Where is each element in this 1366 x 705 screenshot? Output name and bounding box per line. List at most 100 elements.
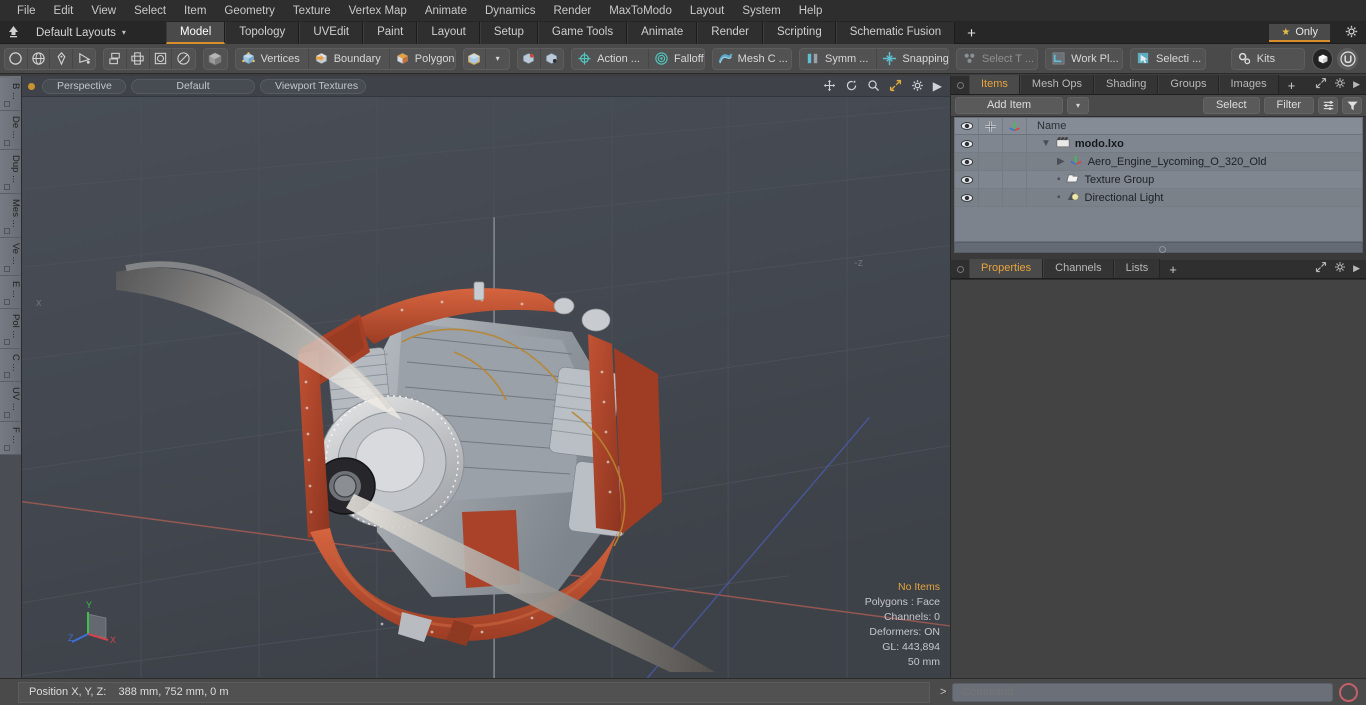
tab-lists[interactable]: Lists xyxy=(1113,259,1161,278)
gear-icon[interactable] xyxy=(1334,77,1346,92)
rail-tab-polygon[interactable]: Pol ... xyxy=(0,308,21,349)
fullscreen-icon[interactable] xyxy=(889,79,902,94)
item-list-scrollbar[interactable] xyxy=(954,242,1363,253)
selection-set-button[interactable]: Selecti ... xyxy=(1131,49,1205,69)
menu-item-vertex-map[interactable]: Vertex Map xyxy=(340,0,416,22)
table-row[interactable]: ▪ Texture Group xyxy=(955,170,1362,189)
expand-icon[interactable] xyxy=(1315,77,1327,92)
selection-mode-vertices[interactable]: Vertices xyxy=(236,48,309,69)
shell-icon[interactable] xyxy=(172,49,195,69)
tab-layout[interactable]: Layout xyxy=(417,21,480,44)
funnel-icon[interactable] xyxy=(1342,97,1362,114)
tab-animate[interactable]: Animate xyxy=(627,21,698,44)
chevron-right-icon[interactable]: ▶ xyxy=(933,80,942,92)
add-properties-tab-button[interactable]: + xyxy=(1160,261,1186,278)
row-axis-cell[interactable] xyxy=(1003,152,1027,171)
tab-scripting[interactable]: Scripting xyxy=(762,21,836,44)
tab-shading[interactable]: Shading xyxy=(1094,75,1159,94)
tab-render[interactable]: Render xyxy=(697,21,763,44)
select-button[interactable]: Select xyxy=(1202,97,1260,114)
tab-setup[interactable]: Setup xyxy=(479,21,538,44)
item-row-mesh[interactable]: ▶ Aero_Engine_Lycoming_O_320_Old xyxy=(1027,154,1266,169)
row-lock-cell[interactable] xyxy=(979,170,1003,189)
row-visibility-toggle[interactable] xyxy=(955,188,979,207)
list-options-icon[interactable] xyxy=(1318,97,1338,114)
menu-item-dynamics[interactable]: Dynamics xyxy=(476,0,544,22)
expand-icon[interactable] xyxy=(1315,261,1327,276)
move-icon[interactable] xyxy=(823,79,836,94)
tree-expander-icon[interactable]: ▼ xyxy=(1041,138,1051,149)
snap-edge-icon[interactable] xyxy=(541,49,564,69)
work-plane-button[interactable]: Work Pl... xyxy=(1046,49,1122,69)
menu-item-render[interactable]: Render xyxy=(544,0,600,22)
rail-tab-vertex[interactable]: Ve ... xyxy=(0,238,21,276)
row-axis-cell[interactable] xyxy=(1003,188,1027,207)
globe-icon[interactable] xyxy=(28,48,51,69)
item-row-scene[interactable]: ▼ modo.lxo xyxy=(1027,136,1124,151)
filter-button[interactable]: Filter xyxy=(1263,97,1314,114)
selection-mode-polygons[interactable]: Polygons xyxy=(390,49,455,69)
rail-tab-duplicate[interactable]: Dup ... xyxy=(0,149,21,194)
rail-tab-edge[interactable]: E ... xyxy=(0,275,21,309)
cube-solid-icon[interactable] xyxy=(204,49,227,69)
menu-item-view[interactable]: View xyxy=(82,0,125,22)
menu-item-item[interactable]: Item xyxy=(175,0,215,22)
select-through-button[interactable]: Select T ... xyxy=(957,49,1037,69)
chevron-right-icon[interactable]: ▶ xyxy=(1353,79,1360,90)
modo-badge-icon[interactable] xyxy=(1312,47,1334,70)
tab-items[interactable]: Items xyxy=(969,75,1020,94)
table-row[interactable]: ▶ Aero_Engine_Lycoming_O_320_Old xyxy=(955,152,1362,171)
unreal-badge-icon[interactable] xyxy=(1337,47,1358,70)
item-row-directional-light[interactable]: ▪ Directional Light xyxy=(1027,190,1163,205)
item-mode-dropdown[interactable]: ▾ xyxy=(486,49,509,69)
add-item-dropdown[interactable]: ▾ xyxy=(1066,97,1089,114)
menu-item-animate[interactable]: Animate xyxy=(416,0,476,22)
viewport-camera-dropdown[interactable]: Perspective xyxy=(42,78,126,94)
row-lock-cell[interactable] xyxy=(979,188,1003,207)
curve-icon[interactable] xyxy=(73,49,96,69)
tab-game-tools[interactable]: Game Tools xyxy=(537,21,628,44)
row-axis-cell[interactable] xyxy=(1003,134,1027,153)
add-item-button[interactable]: Add Item xyxy=(955,97,1063,114)
boolean-icon[interactable] xyxy=(150,48,173,69)
tab-channels[interactable]: Channels xyxy=(1043,259,1114,278)
tab-properties[interactable]: Properties xyxy=(969,259,1044,278)
circle-icon[interactable] xyxy=(5,48,28,69)
viewport-style-dropdown[interactable]: Default xyxy=(131,78,255,94)
layout-preset-dropdown[interactable]: Default Layouts ▾ xyxy=(26,27,126,39)
menu-item-maxtomodo[interactable]: MaxToModo xyxy=(600,0,681,22)
table-row[interactable]: ▼ modo.lxo xyxy=(955,134,1362,153)
home-icon[interactable] xyxy=(0,25,26,41)
tab-images[interactable]: Images xyxy=(1218,75,1279,94)
tree-expander-icon[interactable]: ▶ xyxy=(1057,156,1065,167)
only-toggle-button[interactable]: ★ Only xyxy=(1269,24,1330,42)
gear-icon[interactable] xyxy=(1345,25,1358,41)
menu-item-help[interactable]: Help xyxy=(790,0,832,22)
chevron-right-icon[interactable]: ▶ xyxy=(1353,263,1360,274)
rail-tab-deform[interactable]: De ... xyxy=(0,110,21,150)
symmetry-button[interactable]: Symm ... xyxy=(800,48,878,69)
zoom-icon[interactable] xyxy=(867,79,880,94)
falloff-button[interactable]: Falloff xyxy=(649,49,704,69)
tab-schematic-fusion[interactable]: Schematic Fusion xyxy=(835,21,956,44)
menu-item-layout[interactable]: Layout xyxy=(681,0,734,22)
menu-item-system[interactable]: System xyxy=(733,0,789,22)
gear-icon[interactable] xyxy=(911,79,924,94)
item-row-texture-group[interactable]: ▪ Texture Group xyxy=(1027,172,1154,187)
menu-item-edit[interactable]: Edit xyxy=(45,0,83,22)
tab-paint[interactable]: Paint xyxy=(363,21,418,44)
snap-vertex-icon[interactable] xyxy=(518,48,541,69)
pen-icon[interactable] xyxy=(50,48,73,69)
viewport-textures-dropdown[interactable]: Viewport Textures xyxy=(260,78,366,94)
rotate-icon[interactable] xyxy=(845,79,858,94)
tab-topology[interactable]: Topology xyxy=(225,21,300,44)
gear-icon[interactable] xyxy=(1334,261,1346,276)
rail-tab-uv[interactable]: UV ... xyxy=(0,382,21,423)
record-circle-icon[interactable] xyxy=(1339,682,1358,702)
row-lock-cell[interactable] xyxy=(979,152,1003,171)
array-icon[interactable] xyxy=(104,48,128,69)
menu-item-geometry[interactable]: Geometry xyxy=(215,0,284,22)
table-row[interactable]: ▪ Directional Light xyxy=(955,188,1362,207)
menu-item-select[interactable]: Select xyxy=(125,0,175,22)
row-visibility-toggle[interactable] xyxy=(955,152,979,171)
